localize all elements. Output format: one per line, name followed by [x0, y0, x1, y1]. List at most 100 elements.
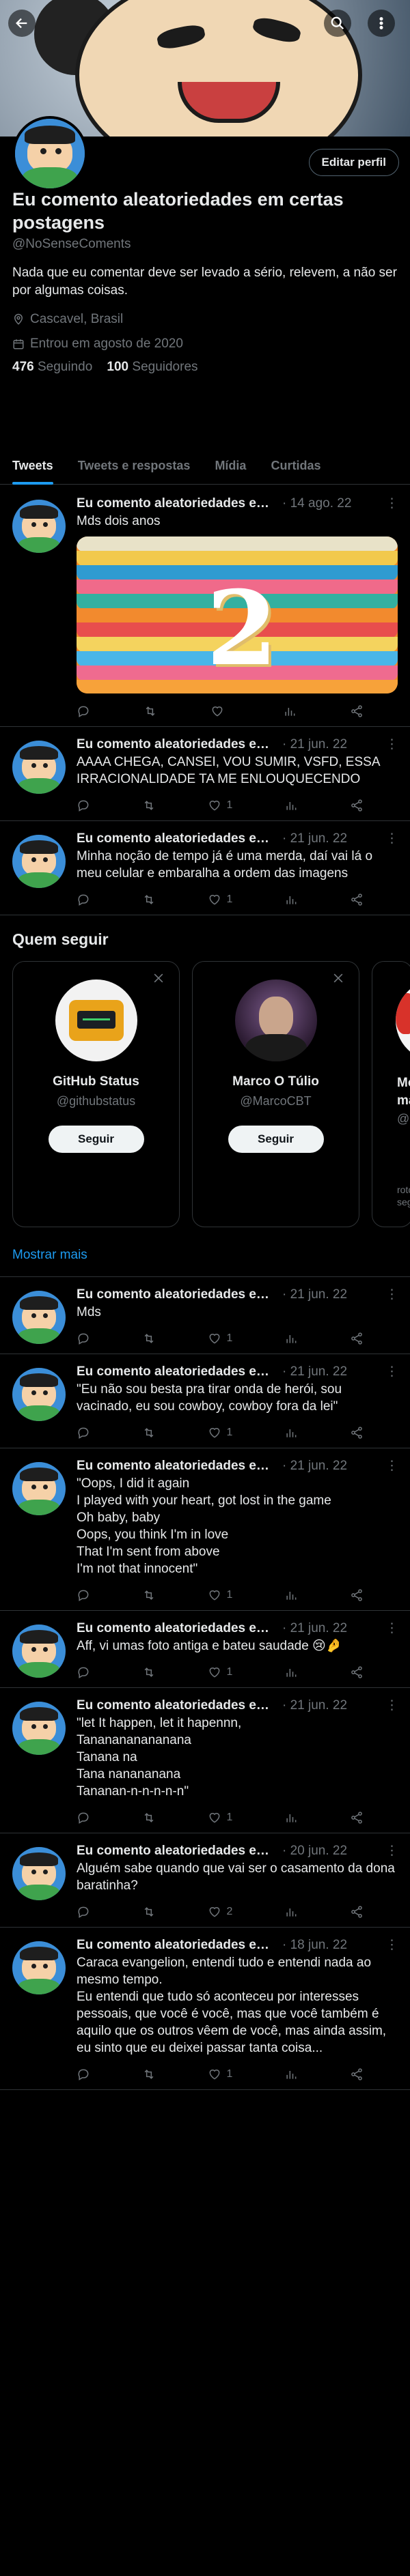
avatar[interactable] [12, 500, 66, 553]
views-button[interactable] [284, 1587, 298, 1603]
like-button[interactable]: 1 [208, 2066, 232, 2083]
tweet-author[interactable]: Eu comento aleatoriedades em certas post… [77, 1844, 278, 1859]
profile-banner[interactable] [0, 0, 410, 137]
retweet-button[interactable] [142, 1664, 156, 1680]
share-button[interactable] [350, 891, 364, 908]
avatar[interactable] [12, 1702, 66, 1755]
tweet-author[interactable]: Eu comento aleatoriedades em certas post… [77, 1287, 278, 1302]
avatar[interactable] [12, 835, 66, 888]
retweet-button[interactable] [142, 1809, 156, 1826]
following-link[interactable]: 476 Seguindo [12, 360, 92, 374]
tweet-author[interactable]: Eu comento aleatoriedades em certas post… [77, 496, 278, 511]
retweet-button[interactable] [142, 1425, 156, 1441]
views-button[interactable] [284, 1904, 298, 1920]
tweet-more-button[interactable]: ⋮ [385, 496, 399, 511]
search-button[interactable] [324, 10, 351, 37]
follow-card[interactable]: Marco O Túlio @MarcoCBT Seguir [192, 961, 359, 1227]
share-button[interactable] [350, 797, 364, 814]
avatar[interactable] [235, 979, 317, 1061]
views-button[interactable] [283, 703, 297, 719]
tweet-image[interactable]: 2 [77, 536, 398, 693]
tweet-more-button[interactable]: ⋮ [385, 1843, 399, 1859]
like-button[interactable]: 1 [208, 1587, 232, 1603]
tweet[interactable]: Eu comento aleatoriedades em certas post… [0, 1611, 410, 1688]
share-button[interactable] [350, 1904, 364, 1920]
share-button[interactable] [350, 703, 364, 719]
follow-button[interactable]: Seguir [48, 1126, 144, 1153]
tweet-date[interactable]: · 21 jun. 22 [282, 1621, 347, 1636]
avatar[interactable] [12, 741, 66, 794]
follow-card[interactable]: GitHub Status @githubstatus Seguir [12, 961, 180, 1227]
more-options-button[interactable] [368, 10, 395, 37]
avatar[interactable] [12, 1625, 66, 1678]
tab-likes[interactable]: Curtidas [258, 447, 333, 485]
like-button[interactable]: 2 [208, 1904, 232, 1920]
tweet-author[interactable]: Eu comento aleatoriedades em certas post… [77, 1459, 278, 1474]
retweet-button[interactable] [142, 1587, 156, 1603]
follow-button[interactable]: Seguir [228, 1126, 324, 1153]
reply-button[interactable] [77, 797, 90, 814]
avatar[interactable] [12, 1291, 66, 1344]
tweet-author[interactable]: Eu comento aleatoriedades em certas post… [77, 1364, 278, 1379]
views-button[interactable] [284, 1330, 298, 1347]
tweet-more-button[interactable]: ⋮ [385, 1287, 399, 1302]
share-button[interactable] [350, 1587, 364, 1603]
tweet[interactable]: Eu comento aleatoriedades em certas post… [0, 486, 410, 727]
reply-button[interactable] [77, 1904, 90, 1920]
tweet-more-button[interactable]: ⋮ [385, 1620, 399, 1636]
tweet-more-button[interactable]: ⋮ [385, 1458, 399, 1474]
reply-button[interactable] [77, 1587, 90, 1603]
tweet-date[interactable]: · 21 jun. 22 [282, 1287, 347, 1302]
avatar[interactable] [12, 1847, 66, 1900]
like-button[interactable]: 1 [208, 1809, 232, 1826]
retweet-button[interactable] [142, 891, 156, 908]
views-button[interactable] [284, 891, 298, 908]
tweet[interactable]: Eu comento aleatoriedades em certas post… [0, 1928, 410, 2090]
tweet[interactable]: Eu comento aleatoriedades em certas post… [0, 1833, 410, 1928]
back-button[interactable] [8, 10, 36, 37]
tweet-author[interactable]: Eu comento aleatoriedades em certas post… [77, 1938, 278, 1953]
tweet-date[interactable]: · 21 jun. 22 [282, 831, 347, 846]
tweet-date[interactable]: · 18 jun. 22 [282, 1938, 347, 1953]
dismiss-button[interactable] [331, 971, 346, 986]
like-button[interactable]: 1 [208, 797, 232, 814]
views-button[interactable] [284, 1425, 298, 1441]
share-button[interactable] [350, 2066, 364, 2083]
reply-button[interactable] [77, 1809, 90, 1826]
avatar[interactable] [396, 979, 410, 1061]
views-button[interactable] [284, 1664, 298, 1680]
like-button[interactable] [210, 703, 230, 719]
tab-media[interactable]: Mídia [202, 447, 258, 485]
profile-avatar[interactable] [12, 116, 87, 191]
retweet-button[interactable] [142, 2066, 156, 2083]
tab-tweets[interactable]: Tweets [0, 447, 66, 485]
avatar[interactable] [12, 1368, 66, 1421]
reply-button[interactable] [77, 1425, 90, 1441]
views-button[interactable] [284, 2066, 298, 2083]
edit-profile-button[interactable]: Editar perfil [308, 149, 399, 176]
retweet-button[interactable] [142, 1904, 156, 1920]
avatar[interactable] [12, 1941, 66, 1994]
tweet-date[interactable]: · 21 jun. 22 [282, 1459, 347, 1474]
show-more-link[interactable]: Mostrar mais [0, 1248, 410, 1263]
tweet-author[interactable]: Eu comento aleatoriedades em certas post… [77, 1621, 278, 1636]
followers-link[interactable]: 100 Seguidores [107, 360, 197, 374]
tweet[interactable]: Eu comento aleatoriedades em certas post… [0, 1688, 410, 1833]
like-button[interactable]: 1 [208, 1425, 232, 1441]
tweet-author[interactable]: Eu comento aleatoriedades em certas post… [77, 831, 278, 846]
tab-tweets-replies[interactable]: Tweets e respostas [66, 447, 203, 485]
tweet-date[interactable]: · 21 jun. 22 [282, 1698, 347, 1713]
share-button[interactable] [350, 1664, 364, 1680]
tweet-more-button[interactable]: ⋮ [385, 736, 399, 752]
like-button[interactable]: 1 [208, 891, 232, 908]
reply-button[interactable] [77, 703, 90, 719]
like-button[interactable]: 1 [208, 1330, 232, 1347]
like-button[interactable]: 1 [208, 1664, 232, 1680]
tweet[interactable]: Eu comento aleatoriedades em certas post… [0, 727, 410, 821]
tweet-date[interactable]: · 21 jun. 22 [282, 1364, 347, 1379]
avatar[interactable] [12, 1462, 66, 1515]
tweet-more-button[interactable]: ⋮ [385, 831, 399, 846]
follow-card[interactable]: Mo ma @me roto segu [372, 961, 410, 1227]
tweet[interactable]: Eu comento aleatoriedades em certas post… [0, 821, 410, 915]
reply-button[interactable] [77, 1664, 90, 1680]
